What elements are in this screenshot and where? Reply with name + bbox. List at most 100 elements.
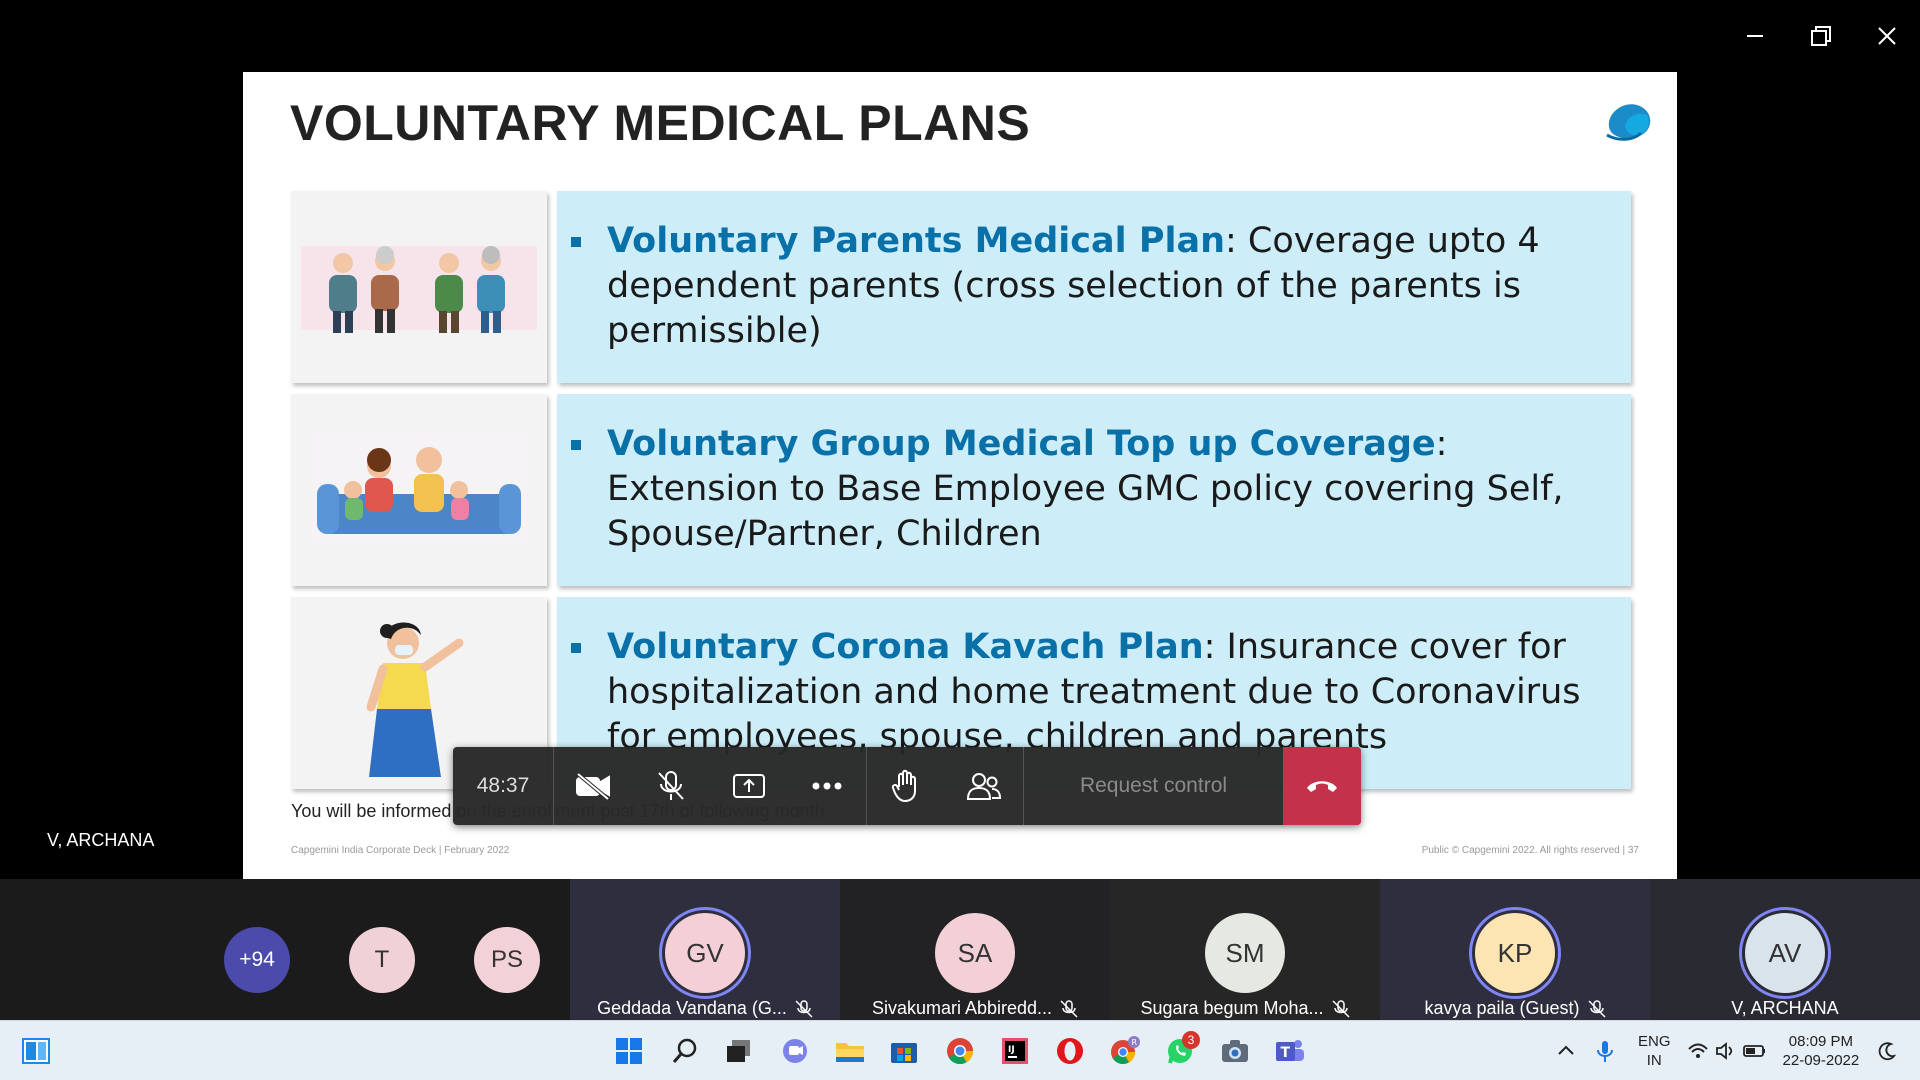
restore-icon <box>1811 26 1831 46</box>
avatar: GV <box>665 913 745 993</box>
chat-button[interactable] <box>775 1031 815 1071</box>
camera-app-button[interactable] <box>1215 1031 1255 1071</box>
search-icon <box>672 1038 697 1063</box>
plan-heading: Voluntary Parents Medical Plan <box>607 221 1226 261</box>
mic-off-icon <box>795 1000 813 1018</box>
mic-off-icon <box>658 771 684 800</box>
request-control-button[interactable]: Request control <box>1024 774 1283 798</box>
share-screen-icon <box>733 774 765 798</box>
clock-date: 22-09-2022 <box>1782 1052 1860 1069</box>
participant-name: kavya paila (Guest) <box>1380 998 1650 1019</box>
teams-icon: T <box>1276 1040 1304 1061</box>
language-code: ENG <box>1638 1033 1671 1050</box>
wifi-icon[interactable] <box>1687 1042 1709 1060</box>
raise-hand-button[interactable] <box>867 747 945 825</box>
search-button[interactable] <box>665 1031 705 1071</box>
hang-up-button[interactable] <box>1283 747 1361 825</box>
mic-off-icon <box>1588 1000 1606 1018</box>
camera-toggle-button[interactable] <box>554 747 632 825</box>
plan-description: Voluntary Corona Kavach Plan: Insurance … <box>607 625 1612 760</box>
start-button[interactable] <box>609 1031 649 1071</box>
chrome-button[interactable] <box>940 1031 980 1071</box>
participant-name: Sugara begum Moha... <box>1110 998 1380 1019</box>
participant-tile[interactable]: SA Sivakumari Abbiredd... <box>840 879 1110 1020</box>
restore-button[interactable] <box>1799 14 1843 58</box>
microphone-icon[interactable] <box>1596 1039 1614 1063</box>
share-screen-button[interactable] <box>710 747 788 825</box>
more-icon <box>812 782 842 790</box>
family-on-sofa-illustration <box>291 394 547 586</box>
chrome-profile-button[interactable]: R <box>1105 1031 1145 1071</box>
raise-hand-icon <box>891 769 916 803</box>
plan-card: Voluntary Group Medical Top up Coverage:… <box>557 394 1631 586</box>
camera-icon <box>1222 1040 1248 1062</box>
plan-heading: Voluntary Group Medical Top up Coverage <box>607 424 1436 464</box>
widgets-button[interactable] <box>16 1031 56 1071</box>
svg-text:T: T <box>1281 1045 1291 1061</box>
plan-row: Voluntary Group Medical Top up Coverage:… <box>291 394 1631 590</box>
meeting-timer: 48:37 <box>476 774 530 797</box>
teams-meeting-window: VOLUNTARY MEDICAL PLANS Voluntary Parent… <box>0 0 1920 1080</box>
avatar[interactable]: PS <box>474 927 540 993</box>
file-explorer-icon <box>836 1043 864 1062</box>
participant-tile[interactable]: AV V, ARCHANA <box>1650 879 1920 1020</box>
avatar[interactable]: T <box>349 927 415 993</box>
close-button[interactable] <box>1865 14 1909 58</box>
camera-off-icon <box>576 772 610 801</box>
clock[interactable]: 08:09 PM 22-09-2022 <box>1783 1032 1860 1070</box>
avatar: AV <box>1745 913 1825 993</box>
participants-icon <box>966 773 1002 800</box>
avatar: KP <box>1475 913 1555 993</box>
windows-taskbar: IJ R 3 T ENG IN 08:09 PM 22-09-2022 <box>0 1020 1920 1080</box>
system-tray: ENG IN 08:09 PM 22-09-2022 <box>1556 1021 1897 1080</box>
avatar: SM <box>1205 913 1285 993</box>
task-view-button[interactable] <box>718 1031 758 1071</box>
participant-tile[interactable]: KP kavya paila (Guest) <box>1380 879 1650 1020</box>
chevron-up-icon[interactable] <box>1556 1041 1576 1061</box>
participant-name: V, ARCHANA <box>1731 998 1839 1018</box>
store-button[interactable] <box>884 1031 924 1071</box>
participant-name: Sivakumari Abbiredd... <box>840 998 1110 1019</box>
presenter-name: V, ARCHANA <box>47 830 155 850</box>
mic-off-icon <box>1332 1000 1350 1018</box>
opera-icon <box>1057 1038 1083 1064</box>
file-explorer-button[interactable] <box>830 1031 870 1071</box>
focus-moon-icon[interactable] <box>1877 1041 1897 1061</box>
opera-button[interactable] <box>1050 1031 1090 1071</box>
intellij-icon: IJ <box>1002 1038 1028 1064</box>
chrome-profile-icon: R <box>1111 1036 1140 1065</box>
intellij-button[interactable]: IJ <box>995 1031 1035 1071</box>
participant-tile[interactable]: SM Sugara begum Moha... <box>1110 879 1380 1020</box>
participant-tile[interactable]: GV Geddada Vandana (G... <box>570 879 840 1020</box>
meeting-controls: 48:37 Request control <box>453 747 1361 825</box>
teams-button[interactable]: T <box>1270 1031 1310 1071</box>
bullet-icon <box>571 643 581 653</box>
mic-toggle-button[interactable] <box>632 747 710 825</box>
participant-name: Geddada Vandana (G... <box>570 998 840 1019</box>
overflow-participants-button[interactable]: +94 <box>224 927 290 993</box>
title-bar <box>0 0 1920 72</box>
participants-button[interactable] <box>945 747 1023 825</box>
bullet-icon <box>571 237 581 247</box>
hang-up-icon <box>1307 781 1337 792</box>
minimize-icon <box>1747 35 1763 37</box>
avatar: SA <box>935 913 1015 993</box>
mic-off-icon <box>1060 1000 1078 1018</box>
minimize-button[interactable] <box>1733 14 1777 58</box>
chat-icon <box>783 1039 807 1063</box>
chrome-icon <box>947 1038 974 1065</box>
plan-heading: Voluntary Corona Kavach Plan <box>607 627 1204 667</box>
whatsapp-button[interactable]: 3 <box>1160 1031 1200 1071</box>
slide-footer-left: Capgemini India Corporate Deck | Februar… <box>291 845 510 856</box>
notification-badge: 3 <box>1182 1031 1200 1049</box>
store-icon <box>891 1043 917 1063</box>
bullet-icon <box>571 440 581 450</box>
widgets-icon <box>22 1038 50 1064</box>
slide-footer-right: Public © Capgemini 2022. All rights rese… <box>1421 845 1639 856</box>
language-indicator[interactable]: ENG IN <box>1638 1032 1671 1070</box>
close-icon <box>1878 27 1896 45</box>
more-actions-button[interactable] <box>788 747 866 825</box>
battery-icon[interactable] <box>1742 1042 1767 1060</box>
plan-description: Voluntary Group Medical Top up Coverage:… <box>607 422 1612 557</box>
volume-icon[interactable] <box>1715 1042 1737 1060</box>
